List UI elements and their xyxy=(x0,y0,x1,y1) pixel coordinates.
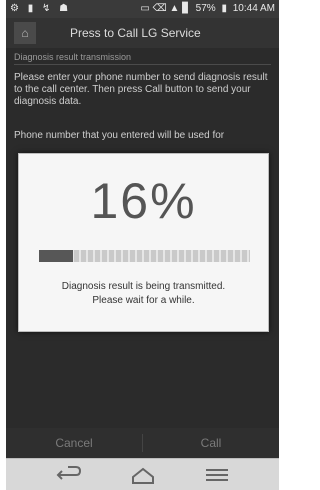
home-button[interactable]: ⌂ xyxy=(14,22,36,44)
status-message: Diagnosis result is being transmitted. P… xyxy=(19,280,268,308)
section-label: Diagnosis result transmission xyxy=(14,52,271,65)
instructions-text: Please enter your phone number to send d… xyxy=(14,72,268,107)
notification-icons: ⚙ ▮ ↯ ☗ xyxy=(10,3,72,14)
status-message-line-1: Diagnosis result is being transmitted. xyxy=(61,281,226,292)
home-icon[interactable] xyxy=(128,465,158,485)
action-bar: Cancel Call xyxy=(6,428,279,458)
progress-bar-fill xyxy=(39,250,73,262)
clock: 10:44 AM xyxy=(232,3,275,14)
battery-icon: ▮ xyxy=(221,3,227,14)
phone-screen: ⚙ ▮ ↯ ☗ ▭ ⌫ ▲ ▊ 57% ▮ 10:44 AM ⌂ Press t… xyxy=(6,0,279,490)
header-title[interactable]: Press to Call LG Service xyxy=(70,18,201,48)
status-bar: ⚙ ▮ ↯ ☗ ▭ ⌫ ▲ ▊ 57% ▮ 10:44 AM xyxy=(6,0,279,18)
call-button[interactable]: Call xyxy=(143,428,279,458)
house-icon: ⌂ xyxy=(21,26,29,40)
battery-level: 57% xyxy=(195,3,216,14)
app-header: ⌂ Press to Call LG Service xyxy=(6,18,279,48)
cancel-button[interactable]: Cancel xyxy=(6,428,142,458)
progress-bar xyxy=(39,250,250,262)
menu-icon[interactable] xyxy=(202,465,232,485)
progress-percent: 16% xyxy=(90,173,197,229)
phone-number-note: Phone number that you entered will be us… xyxy=(14,130,225,141)
status-indicators: ▭ ⌫ ▲ ▊ 57% ▮ 10:44 AM xyxy=(137,0,275,18)
back-icon[interactable] xyxy=(54,465,84,485)
progress-dialog: 16% Diagnosis result is being transmitte… xyxy=(18,153,269,332)
navigation-bar xyxy=(6,458,279,490)
system-icons: ▭ ⌫ ▲ ▊ xyxy=(140,3,190,14)
status-message-line-2: Please wait for a while. xyxy=(92,295,195,306)
